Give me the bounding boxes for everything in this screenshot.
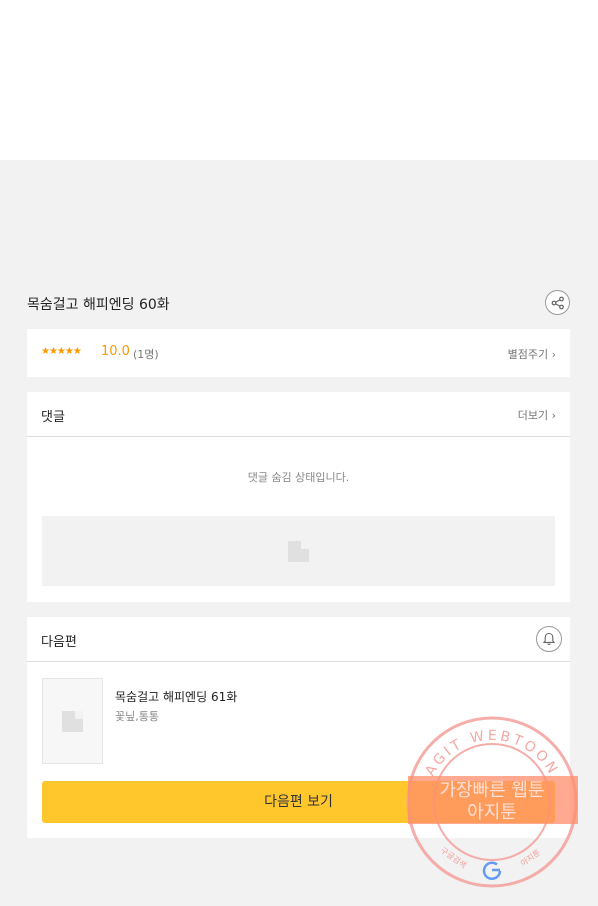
next-episode-thumbnail[interactable] (42, 678, 103, 764)
rating-score: 10.0 (101, 344, 130, 359)
rating-count: (1명) (133, 348, 159, 361)
rate-button[interactable]: 별점주기 › (508, 346, 556, 362)
next-episode-author: 꽃닢,통통 (115, 710, 159, 723)
rating-card: ★★★★★ 10.0 (1명) 별점주기 › (27, 329, 570, 377)
watermark-line2: 아지툰 (467, 802, 517, 823)
notification-button[interactable] (536, 626, 562, 652)
watermark-bottom-right: 아지툰 (518, 847, 542, 868)
next-episode-title[interactable]: 목숨걸고 해피엔딩 61화 (115, 688, 237, 705)
comments-hidden-message: 댓글 숨김 상태입니다. (247, 471, 350, 484)
watermark-line1: 가장빠른 웹툰 (439, 780, 544, 801)
comments-header: 댓글 더보기 › (27, 392, 570, 437)
comments-more-button[interactable]: 더보기 › (518, 407, 556, 423)
watermark-bottom-left: 구글검색 (439, 845, 469, 870)
share-icon (551, 296, 564, 310)
rate-button-label: 별점주기 (507, 348, 549, 361)
image-placeholder-icon (288, 541, 309, 562)
content-area-top (0, 0, 598, 160)
watermark-stamp: AGIT WEBTOON 가장빠른 웹툰 아지툰 구글검색 아지툰 (406, 716, 578, 888)
next-episode-header: 다음편 (27, 617, 570, 662)
comments-more-label: 더보기 (517, 409, 549, 422)
comments-card: 댓글 더보기 › 댓글 숨김 상태입니다. (27, 392, 570, 602)
image-placeholder-icon (62, 711, 83, 732)
comments-title: 댓글 (41, 410, 65, 425)
bell-icon (542, 632, 556, 645)
episode-header: 목숨걸고 해피엔딩 60화 (27, 288, 570, 318)
google-icon (482, 861, 502, 880)
episode-title: 목숨걸고 해피엔딩 60화 (27, 297, 170, 313)
next-episode-label: 다음편 (41, 635, 77, 650)
chevron-right-icon: › (551, 348, 556, 361)
share-button[interactable] (545, 290, 570, 315)
ad-placeholder (42, 516, 555, 586)
chevron-right-icon: › (551, 409, 556, 422)
rating-stars: ★★★★★ (41, 346, 82, 357)
